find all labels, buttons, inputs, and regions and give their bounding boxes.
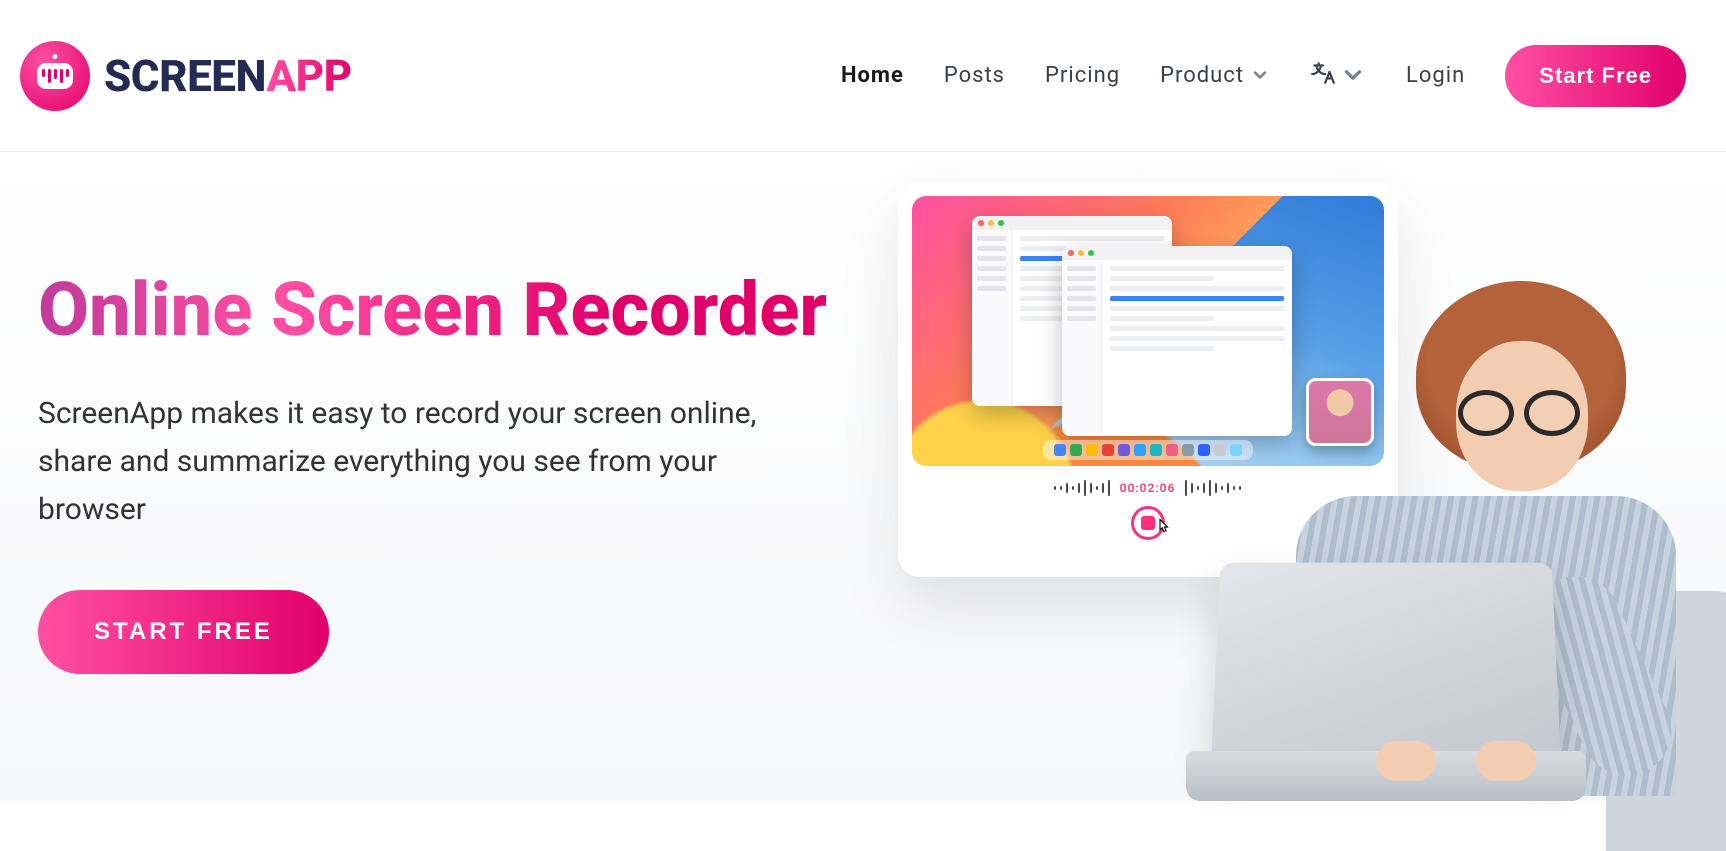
nav-product-label: Product — [1160, 63, 1244, 88]
hero-title: Online Screen Recorder — [38, 272, 858, 350]
glasses-icon — [1450, 389, 1588, 437]
language-switcher[interactable] — [1310, 60, 1366, 92]
hero-section: Online Screen Recorder ScreenApp makes i… — [0, 152, 1726, 801]
chevron-down-icon — [1340, 62, 1366, 94]
nav-home[interactable]: Home — [841, 63, 904, 88]
site-header: SCREENAPP Home Posts Pricing Product Log… — [0, 0, 1726, 152]
nav-product[interactable]: Product — [1160, 63, 1270, 89]
hero-copy: Online Screen Recorder ScreenApp makes i… — [0, 152, 898, 801]
hero-subtitle: ScreenApp makes it easy to record your s… — [38, 390, 758, 534]
brand-logo[interactable]: SCREENAPP — [20, 41, 352, 111]
start-free-button-header[interactable]: Start Free — [1505, 45, 1686, 107]
hand-shape — [1376, 741, 1436, 781]
main-nav: Home Posts Pricing Product Login Start F… — [841, 45, 1686, 107]
chevron-down-icon — [1250, 65, 1270, 91]
person-illustration — [1146, 241, 1706, 801]
start-free-button-hero[interactable]: START FREE — [38, 590, 329, 674]
hero-illustration: 00:02:06 — [898, 152, 1726, 801]
nav-pricing[interactable]: Pricing — [1045, 63, 1120, 88]
brand-part2: APP — [266, 50, 351, 102]
brand-part1: SCREEN — [104, 50, 266, 102]
brand-wordmark: SCREENAPP — [104, 50, 352, 102]
logo-badge-icon — [20, 41, 90, 111]
nav-login[interactable]: Login — [1406, 63, 1465, 88]
hand-shape — [1476, 741, 1536, 781]
translate-icon — [1310, 60, 1336, 92]
nav-posts[interactable]: Posts — [944, 63, 1005, 88]
